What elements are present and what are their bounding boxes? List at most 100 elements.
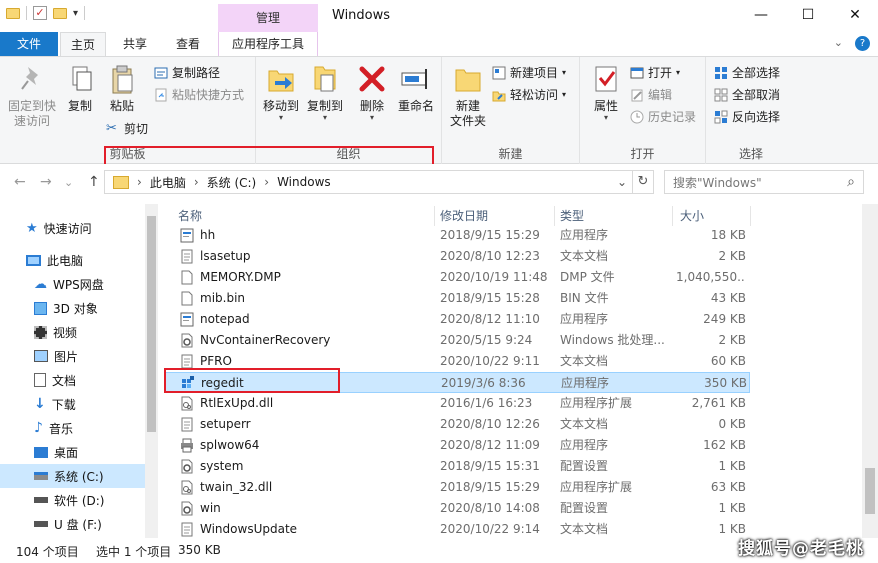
expand-ribbon-icon[interactable]: ⌄: [834, 36, 843, 51]
table-row[interactable]: twain_32.dll 2018/9/15 15:29 应用程序扩展 63 KB: [164, 477, 750, 498]
sidebar-item-this-pc[interactable]: 此电脑: [0, 248, 145, 272]
refresh-button[interactable]: ↻: [632, 170, 654, 194]
close-button[interactable]: ✕: [834, 0, 876, 32]
move-to-icon: [265, 63, 297, 95]
manage-context-tab[interactable]: 管理: [218, 4, 318, 32]
file-type: 应用程序: [561, 376, 610, 390]
search-placeholder: 搜索"Windows": [673, 175, 762, 190]
sidebar-item-system-c[interactable]: 系统 (C:): [0, 464, 145, 488]
file-date: 2016/1/6 16:23: [440, 396, 533, 410]
sidebar-item-pictures[interactable]: 图片: [0, 344, 145, 368]
invert-selection-button[interactable]: 反向选择: [714, 107, 780, 127]
column-header-name[interactable]: 名称: [178, 206, 202, 226]
cut-button[interactable]: ✂ 剪切: [106, 119, 148, 139]
maximize-button[interactable]: ☐: [787, 0, 829, 32]
open-button[interactable]: 打开 ▾: [630, 63, 680, 83]
address-dropdown-icon[interactable]: ⌄: [617, 175, 627, 189]
properties-button[interactable]: 属性 ▾: [586, 63, 626, 122]
paste-icon: [106, 63, 138, 95]
table-row[interactable]: splwow64 2020/8/12 11:09 应用程序 162 KB: [164, 435, 750, 456]
sidebar-scrollbar-thumb[interactable]: [147, 216, 156, 432]
column-divider[interactable]: [554, 206, 555, 226]
easy-access-icon: [492, 88, 506, 102]
table-row[interactable]: notepad 2020/8/12 11:10 应用程序 249 KB: [164, 309, 750, 330]
edit-button[interactable]: 编辑: [630, 85, 672, 105]
breadcrumb-system-c[interactable]: 系统 (C:): [207, 174, 257, 191]
move-to-button[interactable]: 移动到 ▾: [260, 63, 302, 122]
sidebar-item-downloads[interactable]: ↓ 下载: [0, 392, 145, 416]
tab-view[interactable]: 查看: [163, 32, 213, 56]
file-name: lsasetup: [200, 249, 251, 263]
table-row[interactable]: WindowsUpdate 2020/10/22 9:14 文本文档 1 KB: [164, 519, 750, 540]
breadcrumb-this-pc[interactable]: 此电脑: [150, 174, 186, 191]
table-row[interactable]: system 2018/9/15 15:31 配置设置 1 KB: [164, 456, 750, 477]
table-row[interactable]: setuperr 2020/8/10 12:26 文本文档 0 KB: [164, 414, 750, 435]
sidebar-item-music[interactable]: ♪ 音乐: [0, 416, 145, 440]
file-text-icon: [180, 522, 194, 537]
sidebar-item-videos[interactable]: 视频: [0, 320, 145, 344]
cloud-icon: ☁: [34, 276, 47, 292]
select-none-button[interactable]: 全部取消: [714, 85, 780, 105]
sidebar-item-3d-objects[interactable]: 3D 对象: [0, 296, 145, 320]
table-row[interactable]: NvContainerRecovery 2020/5/15 9:24 Windows…: [164, 330, 750, 351]
select-all-button[interactable]: 全部选择: [714, 63, 780, 83]
minimize-button[interactable]: —: [740, 0, 782, 32]
help-icon[interactable]: ?: [855, 36, 870, 51]
recent-locations-button[interactable]: ⌄: [64, 176, 73, 189]
table-row[interactable]: hh 2018/9/15 15:29 应用程序 18 KB: [164, 225, 750, 246]
column-divider[interactable]: [672, 206, 673, 226]
search-icon: ⌕: [847, 174, 855, 190]
new-folder-button[interactable]: 新建 文件夹: [446, 63, 490, 129]
history-button[interactable]: 历史记录: [630, 107, 696, 127]
customize-toolbar-caret-icon[interactable]: ▾: [73, 8, 78, 19]
copy-label: 复制: [67, 99, 92, 113]
table-row[interactable]: MEMORY.DMP 2020/10/19 11:48 DMP 文件 1,040,55…: [164, 267, 750, 288]
delete-button[interactable]: 删除 ▾: [354, 63, 390, 122]
file-type: 配置设置: [560, 501, 609, 515]
copy-button[interactable]: 复制: [62, 63, 98, 114]
column-divider[interactable]: [750, 206, 751, 226]
table-row[interactable]: win 2020/8/10 14:08 配置设置 1 KB: [164, 498, 750, 519]
column-header-type[interactable]: 类型: [560, 206, 584, 226]
sidebar-item-usb-f[interactable]: U 盘 (F:): [0, 512, 145, 536]
tab-app-tools[interactable]: 应用程序工具: [218, 32, 318, 56]
tab-home[interactable]: 主页: [60, 32, 106, 56]
paste-button[interactable]: 粘贴: [102, 63, 142, 114]
pin-quick-access-button[interactable]: 固定到快 速访问: [4, 63, 60, 129]
paste-shortcut-button[interactable]: 粘贴快捷方式: [154, 85, 244, 105]
forward-button[interactable]: →: [40, 174, 52, 190]
column-divider[interactable]: [434, 206, 435, 226]
file-list-scrollbar[interactable]: [862, 204, 878, 538]
column-header-date[interactable]: 修改日期: [440, 206, 488, 226]
search-input[interactable]: 搜索"Windows" ⌕: [664, 170, 864, 194]
sidebar-item-documents[interactable]: 文档: [0, 368, 145, 392]
paste-shortcut-icon: [154, 88, 168, 102]
download-icon: ↓: [34, 396, 46, 412]
address-bar[interactable]: › 此电脑 › 系统 (C:) › Windows ⌄: [104, 170, 654, 194]
copy-to-button[interactable]: 复制到 ▾: [304, 63, 346, 122]
back-button[interactable]: ←: [14, 174, 26, 190]
sidebar-item-software-d[interactable]: 软件 (D:): [0, 488, 145, 512]
new-folder-icon[interactable]: [53, 7, 67, 19]
tab-share[interactable]: 共享: [110, 32, 160, 56]
column-header-size[interactable]: 大小: [680, 206, 704, 226]
sidebar-item-quick-access[interactable]: ★ 快速访问: [0, 216, 145, 240]
table-row[interactable]: RtlExUpd.dll 2016/1/6 16:23 应用程序扩展 2,761 KB: [164, 393, 750, 414]
file-list-scrollbar-thumb[interactable]: [865, 468, 875, 514]
table-row[interactable]: lsasetup 2020/8/10 12:23 文本文档 2 KB: [164, 246, 750, 267]
properties-check-icon[interactable]: ✓: [33, 6, 47, 20]
divider: [26, 6, 27, 20]
copy-path-button[interactable]: 复制路径: [154, 63, 220, 83]
easy-access-label: 轻松访问: [510, 88, 559, 102]
easy-access-button[interactable]: 轻松访问 ▾: [492, 85, 566, 105]
sidebar-item-wps-cloud[interactable]: ☁ WPS网盘: [0, 272, 145, 296]
pin-icon: [16, 63, 48, 95]
sidebar-item-desktop[interactable]: 桌面: [0, 440, 145, 464]
tab-file[interactable]: 文件: [0, 32, 58, 56]
up-button[interactable]: ↑: [88, 174, 100, 190]
table-row[interactable]: mib.bin 2018/9/15 15:28 BIN 文件 43 KB: [164, 288, 750, 309]
new-item-button[interactable]: 新建项目 ▾: [492, 63, 566, 83]
breadcrumb-windows[interactable]: Windows: [277, 175, 331, 189]
rename-button[interactable]: 重命名: [394, 63, 438, 114]
sidebar-scrollbar[interactable]: [145, 204, 158, 538]
